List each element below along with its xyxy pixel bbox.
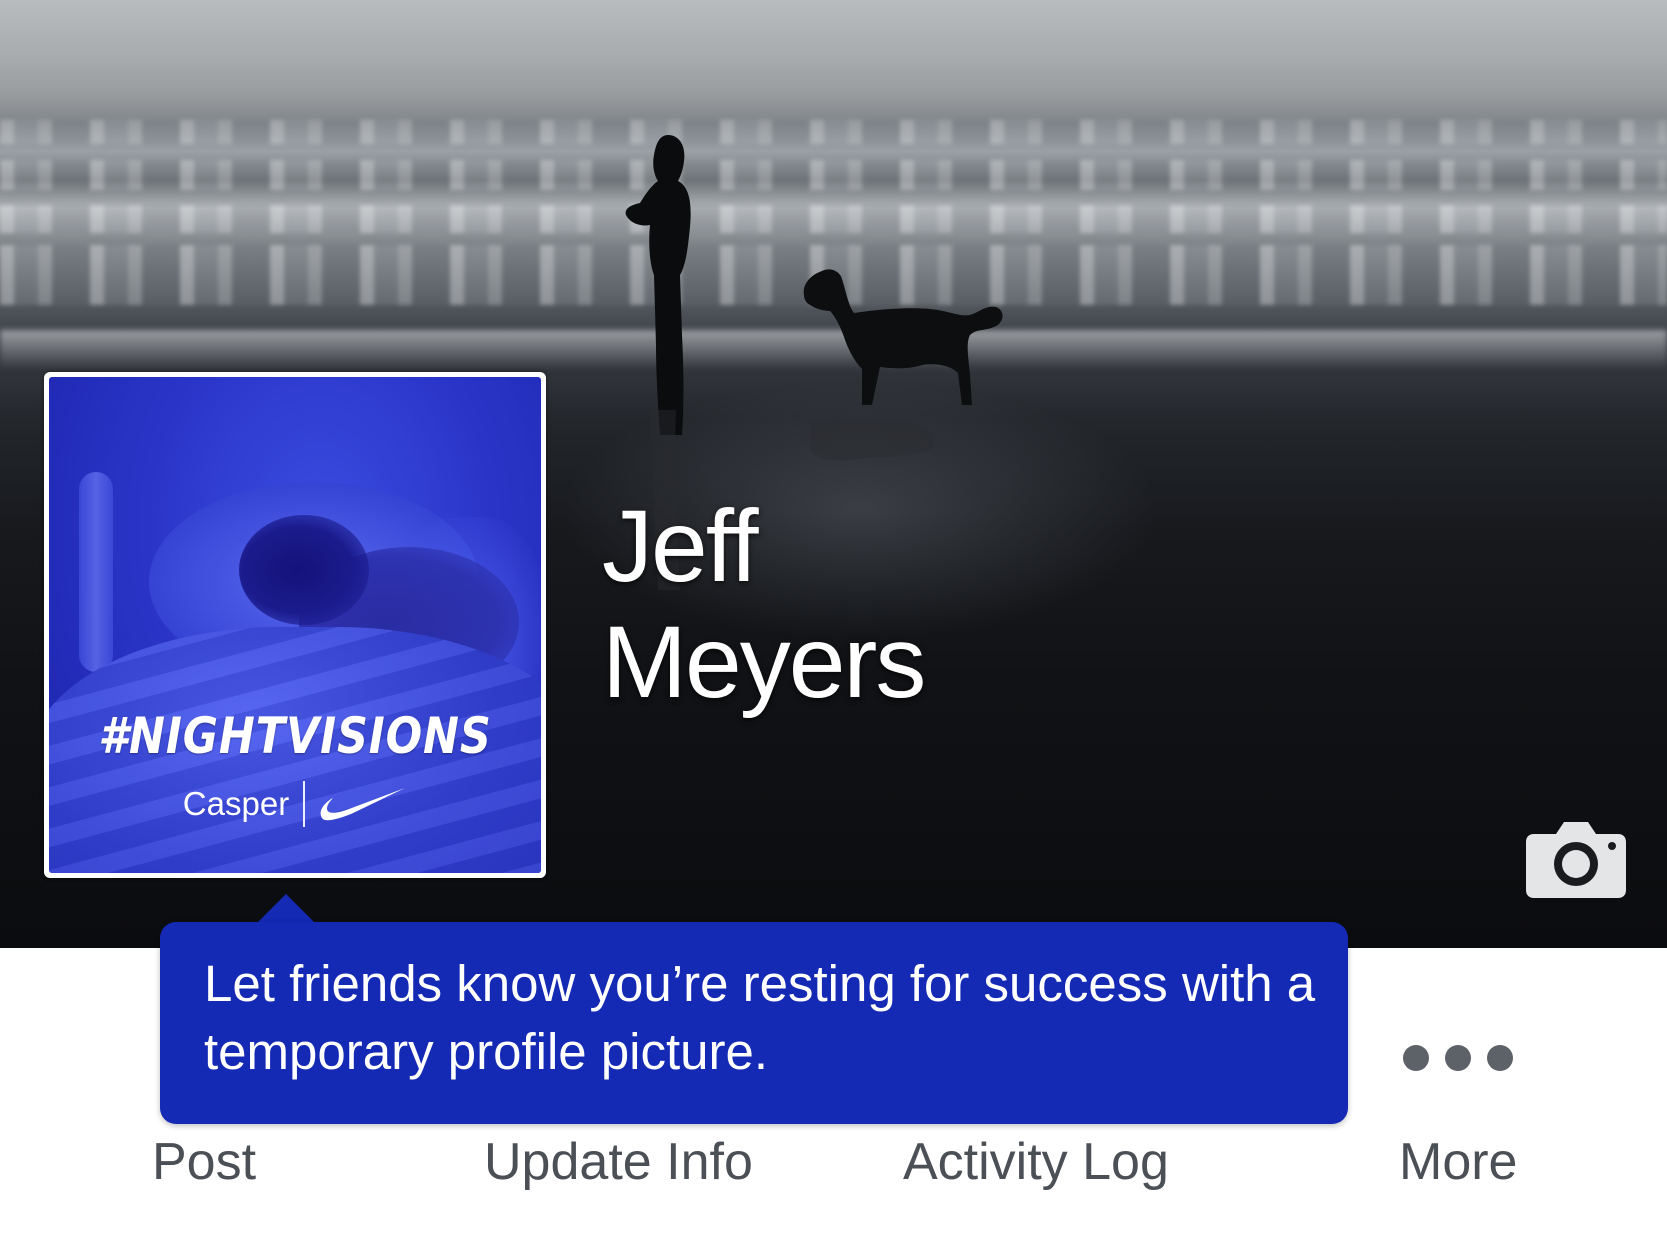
more-button[interactable]: More <box>1399 1132 1517 1192</box>
profile-picture-tooltip[interactable]: Let friends know you’re resting for succ… <box>160 922 1348 1124</box>
activity-log-button[interactable]: Activity Log <box>903 1132 1169 1192</box>
tooltip-text: Let friends know you’re resting for succ… <box>204 955 1316 1080</box>
bedside-lamp <box>79 472 113 672</box>
profile-first-name: Jeff <box>602 489 759 603</box>
profile-name: Jeff Meyers <box>602 488 926 720</box>
dot <box>1487 1045 1513 1071</box>
dot <box>1403 1045 1429 1071</box>
camera-icon[interactable] <box>1526 820 1626 898</box>
dot <box>1445 1045 1471 1071</box>
profile-picture-image: #NIGHTVISIONS Casper <box>49 377 541 873</box>
dog-silhouette <box>803 269 1003 405</box>
profile-picture-hashtag: #NIGHTVISIONS <box>98 707 492 765</box>
profile-picture-brands: Casper <box>49 779 541 829</box>
cover-wave <box>0 160 1667 190</box>
post-button[interactable]: Post <box>152 1132 256 1192</box>
nike-swoosh-icon <box>320 788 406 821</box>
more-dots-icon[interactable] <box>1403 1040 1513 1076</box>
tooltip-arrow <box>256 894 316 924</box>
cover-wave <box>0 205 1667 233</box>
profile-last-name: Meyers <box>602 605 926 719</box>
update-info-button[interactable]: Update Info <box>484 1132 753 1192</box>
cover-wave <box>0 120 1667 144</box>
brand-divider <box>303 781 306 827</box>
person-silhouette <box>625 135 691 435</box>
casper-logo: Casper <box>182 785 290 822</box>
sleeper-head <box>239 515 369 625</box>
profile-picture[interactable]: #NIGHTVISIONS Casper <box>44 372 546 878</box>
